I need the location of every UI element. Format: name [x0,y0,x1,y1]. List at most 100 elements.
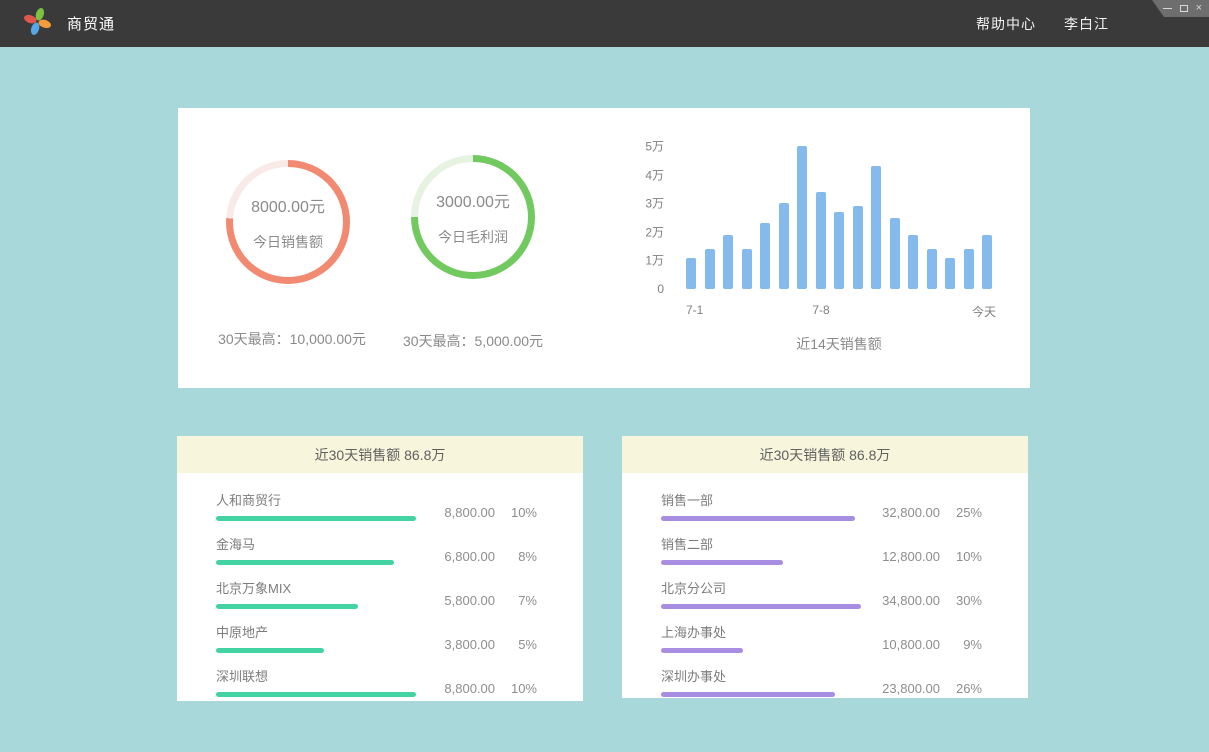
item-name: 中原地产 [216,622,416,641]
progress-bar [216,560,394,565]
bar-series [686,146,992,289]
bar [908,235,918,289]
item-percent: 30% [940,593,982,608]
bar [760,223,770,289]
bar [964,249,974,289]
list-item: 金海马 6,800.008% [216,534,537,565]
item-value: 5,800.00 [421,593,495,608]
x-tick-end: 今天 [972,303,996,320]
department-sales-ranking-card: 近30天销售额 86.8万 销售一部 32,800.0025% 销售二部 12,800… [622,436,1028,698]
bar [779,203,789,289]
minimize-icon[interactable] [1163,8,1172,9]
sales-bar-chart: 5万 4万 3万 2万 1万 0 7-1 7-8 今天 近14天销售额 [618,138,998,358]
app-title: 商贸通 [67,13,115,34]
item-percent: 25% [940,505,982,520]
item-name: 金海马 [216,534,416,553]
y-axis: 5万 4万 3万 2万 1万 0 [618,146,664,289]
ranking-card-title: 近30天销售额 86.8万 [177,436,583,473]
today-sales-label: 今日销售额 [253,232,323,252]
bar [723,235,733,289]
customer-sales-ranking-card: 近30天销售额 86.8万 人和商贸行8,800.0010%金海马6,800.0… [177,436,583,701]
today-profit-donut: 3000.00元 今日毛利润 [411,155,535,279]
item-name: 人和商贸行 [216,490,416,509]
help-center-link[interactable]: 帮助中心 [976,14,1036,34]
bar [686,258,696,289]
list-item: 中原地产 3,800.005% [216,622,537,653]
progress-bar [661,604,861,609]
today-profit-footnote: 30天最高：5,000.00元 [363,331,583,351]
item-value: 12,800.00 [866,549,940,564]
item-name: 深圳联想 [216,666,416,685]
list-item: 深圳办事处 23,800.0026% [661,666,982,697]
item-name: 上海办事处 [661,622,861,641]
today-profit-value: 3000.00元 [436,188,510,212]
list-item: 深圳联想 8,800.0010% [216,666,537,697]
list-item: 北京万象MIX 5,800.007% [216,578,537,609]
item-value: 6,800.00 [421,549,495,564]
progress-bar [216,692,416,697]
y-tick: 5万 [645,138,664,155]
item-name: 深圳办事处 [661,666,861,685]
item-percent: 10% [495,681,537,696]
ranking-card-title: 近30天销售额 86.8万 [622,436,1028,473]
item-name: 北京万象MIX [216,578,416,597]
item-percent: 9% [940,637,982,652]
window-controls: × [1152,0,1209,17]
item-value: 10,800.00 [866,637,940,652]
progress-bar [661,560,783,565]
item-percent: 7% [495,593,537,608]
x-tick-start: 7-1 [686,303,703,317]
y-tick: 2万 [645,223,664,240]
item-value: 34,800.00 [866,593,940,608]
today-profit-label: 今日毛利润 [438,227,508,247]
bar [816,192,826,289]
progress-bar [661,648,743,653]
chart-title: 近14天销售额 [686,334,992,354]
bar [797,146,807,289]
today-sales-value: 8000.00元 [251,193,325,217]
y-tick: 1万 [645,252,664,269]
close-icon[interactable]: × [1196,4,1202,13]
bar [705,249,715,289]
summary-card: 8000.00元 今日销售额 30天最高：10,000.00元 3000.00元… [178,108,1030,388]
item-percent: 8% [495,549,537,564]
item-value: 23,800.00 [866,681,940,696]
progress-bar [216,516,416,521]
titlebar: 商贸通 帮助中心 李白江 × [0,0,1209,47]
item-name: 销售一部 [661,490,861,509]
progress-bar [661,516,855,521]
bar [742,249,752,289]
list-item: 销售二部12,800.0010% [661,534,982,565]
bar [982,235,992,289]
item-value: 32,800.00 [866,505,940,520]
item-percent: 26% [940,681,982,696]
y-tick: 0 [657,282,664,296]
list-item: 上海办事处 10,800.009% [661,622,982,653]
item-value: 3,800.00 [421,637,495,652]
bar [871,166,881,289]
item-name: 销售二部 [661,534,861,553]
progress-bar [661,692,835,697]
user-name-link[interactable]: 李白江 [1064,14,1109,34]
bar [927,249,937,289]
y-tick: 4万 [645,166,664,183]
progress-bar [216,648,324,653]
x-tick-middle: 7-8 [812,303,829,317]
list-item: 北京分公司 34,800.0030% [661,578,982,609]
list-item: 销售一部 32,800.0025% [661,490,982,521]
ranking-list: 销售一部32,800.0025%销售二部12,800.0010%北京分公司34,… [622,473,1028,697]
progress-bar [216,604,358,609]
bar [834,212,844,289]
item-percent: 5% [495,637,537,652]
bar [945,258,955,289]
ranking-list: 人和商贸行8,800.0010%金海马6,800.008%北京万象MIX5,80… [177,473,583,697]
item-value: 8,800.00 [421,505,495,520]
item-value: 8,800.00 [421,681,495,696]
item-percent: 10% [495,505,537,520]
maximize-icon[interactable] [1180,5,1188,12]
bar [853,206,863,289]
item-name: 北京分公司 [661,578,861,597]
today-sales-donut: 8000.00元 今日销售额 [226,160,350,284]
y-tick: 3万 [645,195,664,212]
app-logo-pinwheel-icon [24,8,51,40]
